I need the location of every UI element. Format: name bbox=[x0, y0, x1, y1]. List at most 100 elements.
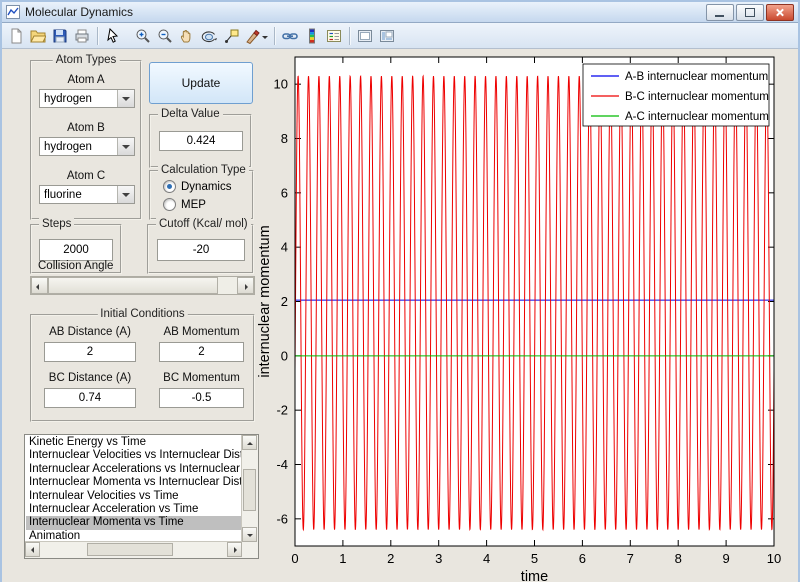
vscroll-thumb[interactable] bbox=[243, 469, 256, 511]
toolbar-separator bbox=[274, 27, 275, 45]
window-controls bbox=[706, 4, 794, 21]
horizontal-scrollbar[interactable] bbox=[25, 541, 242, 558]
hide-plot-tools-button[interactable] bbox=[354, 25, 376, 46]
titlebar[interactable]: Molecular Dynamics bbox=[2, 2, 798, 23]
svg-text:0: 0 bbox=[291, 551, 298, 566]
minimize-button[interactable] bbox=[706, 4, 734, 21]
list-item[interactable]: Internuclear Accelerations vs Internucle… bbox=[26, 463, 242, 476]
svg-text:6: 6 bbox=[579, 551, 586, 566]
pan-button[interactable] bbox=[176, 25, 198, 46]
hscroll-thumb[interactable] bbox=[87, 543, 173, 556]
svg-text:9: 9 bbox=[722, 551, 729, 566]
chevron-down-icon bbox=[117, 186, 134, 203]
legend-label: A-B internuclear momentum bbox=[625, 71, 768, 83]
cutoff-field[interactable]: -20 bbox=[157, 239, 245, 261]
radio-label: MEP bbox=[181, 199, 206, 211]
bc-distance-label: BC Distance (A) bbox=[44, 372, 136, 384]
atom-a-dropdown[interactable]: hydrogen bbox=[39, 89, 135, 108]
link-chain-icon bbox=[282, 28, 298, 44]
brush-dropdown-caret[interactable] bbox=[262, 36, 268, 42]
radio-dynamics[interactable]: Dynamics bbox=[163, 180, 231, 193]
slider-right-arrow[interactable] bbox=[237, 277, 254, 294]
atom-a-value: hydrogen bbox=[44, 93, 92, 105]
bc-momentum-field[interactable]: -0.5 bbox=[159, 388, 244, 408]
bc-distance-field[interactable]: 0.74 bbox=[44, 388, 136, 408]
list-item[interactable]: Internuclear Momenta vs Internuclear Dis… bbox=[26, 476, 242, 489]
panel-title: Atom Types bbox=[53, 54, 120, 66]
slider-left-arrow[interactable] bbox=[31, 277, 48, 294]
radio-icon bbox=[163, 180, 176, 193]
panel-title: Calculation Type bbox=[158, 164, 249, 176]
atom-b-value: hydrogen bbox=[44, 141, 92, 153]
list-item[interactable]: Internuclear Velocities vs Internuclear … bbox=[26, 449, 242, 462]
y-axis-label: internuclear momentum bbox=[258, 225, 273, 377]
maximize-button[interactable] bbox=[736, 4, 764, 21]
panel-title: Steps bbox=[39, 218, 74, 230]
hand-icon bbox=[179, 28, 195, 44]
list-item[interactable]: Internulear Velocities vs Time bbox=[26, 490, 242, 503]
steps-field[interactable]: 2000 bbox=[39, 239, 113, 261]
radio-mep[interactable]: MEP bbox=[163, 198, 206, 211]
list-item[interactable]: Kinetic Energy vs Time bbox=[26, 436, 242, 449]
ab-distance-field[interactable]: 2 bbox=[44, 342, 136, 362]
brush-data-button[interactable] bbox=[242, 25, 264, 46]
update-button[interactable]: Update bbox=[149, 62, 253, 104]
data-cursor-button[interactable] bbox=[220, 25, 242, 46]
svg-text:2: 2 bbox=[387, 551, 394, 566]
svg-text:-6: -6 bbox=[276, 511, 288, 526]
atom-b-dropdown[interactable]: hydrogen bbox=[39, 137, 135, 156]
close-button[interactable] bbox=[766, 4, 794, 21]
zoom-out-button[interactable] bbox=[154, 25, 176, 46]
scroll-up-arrow[interactable] bbox=[242, 435, 257, 450]
svg-text:4: 4 bbox=[281, 240, 288, 255]
insert-legend-button[interactable] bbox=[323, 25, 345, 46]
link-plot-button[interactable] bbox=[279, 25, 301, 46]
svg-text:6: 6 bbox=[281, 185, 288, 200]
list-item[interactable]: Internuclear Momenta vs Time bbox=[26, 516, 242, 529]
show-plot-tools-button[interactable] bbox=[376, 25, 398, 46]
new-figure-button[interactable] bbox=[5, 25, 27, 46]
atom-c-dropdown[interactable]: fluorine bbox=[39, 185, 135, 204]
print-figure-button[interactable] bbox=[71, 25, 93, 46]
vertical-scrollbar[interactable] bbox=[241, 435, 258, 542]
legend-label: A-C internuclear momentum bbox=[625, 111, 769, 123]
edit-plot-button[interactable] bbox=[102, 25, 124, 46]
panel-title: Delta Value bbox=[158, 108, 223, 120]
zoom-in-button[interactable] bbox=[132, 25, 154, 46]
plot-type-listbox: Kinetic Energy vs Time Internuclear Velo… bbox=[24, 434, 259, 559]
rotate-3d-button[interactable] bbox=[198, 25, 220, 46]
svg-text:-2: -2 bbox=[276, 403, 288, 418]
atom-b-label: Atom B bbox=[32, 122, 140, 134]
list-item[interactable]: Internuclear Acceleration vs Time bbox=[26, 503, 242, 516]
chevron-down-icon bbox=[117, 90, 134, 107]
show-plot-tools-icon bbox=[379, 28, 395, 44]
svg-text:8: 8 bbox=[675, 551, 682, 566]
zoom-out-icon bbox=[157, 28, 173, 44]
legend-label: B-C internuclear momentum bbox=[625, 91, 769, 103]
slider-thumb[interactable] bbox=[48, 277, 218, 294]
initial-conditions-panel: Initial Conditions AB Distance (A) AB Mo… bbox=[30, 314, 255, 422]
x-axis-label: time bbox=[521, 569, 548, 581]
rotate-icon bbox=[201, 28, 217, 44]
collision-angle-slider[interactable] bbox=[30, 276, 255, 295]
scroll-left-arrow[interactable] bbox=[25, 542, 40, 557]
open-file-button[interactable] bbox=[27, 25, 49, 46]
svg-text:3: 3 bbox=[435, 551, 442, 566]
insert-colorbar-button[interactable] bbox=[301, 25, 323, 46]
list-items: Kinetic Energy vs Time Internuclear Velo… bbox=[26, 436, 242, 542]
ab-distance-label: AB Distance (A) bbox=[44, 326, 136, 338]
svg-text:-4: -4 bbox=[276, 457, 288, 472]
scroll-right-arrow[interactable] bbox=[227, 542, 242, 557]
legend-icon bbox=[326, 28, 342, 44]
svg-text:0: 0 bbox=[281, 348, 288, 363]
scroll-down-arrow[interactable] bbox=[242, 527, 257, 542]
atom-types-panel: Atom Types Atom A hydrogen Atom B hydrog… bbox=[30, 60, 142, 220]
save-figure-button[interactable] bbox=[49, 25, 71, 46]
svg-text:4: 4 bbox=[483, 551, 490, 566]
delta-value-field[interactable]: 0.424 bbox=[159, 131, 243, 151]
ab-momentum-field[interactable]: 2 bbox=[159, 342, 244, 362]
colorbar-icon bbox=[304, 28, 320, 44]
radio-label: Dynamics bbox=[181, 181, 231, 193]
radio-icon bbox=[163, 198, 176, 211]
svg-text:10: 10 bbox=[767, 551, 781, 566]
